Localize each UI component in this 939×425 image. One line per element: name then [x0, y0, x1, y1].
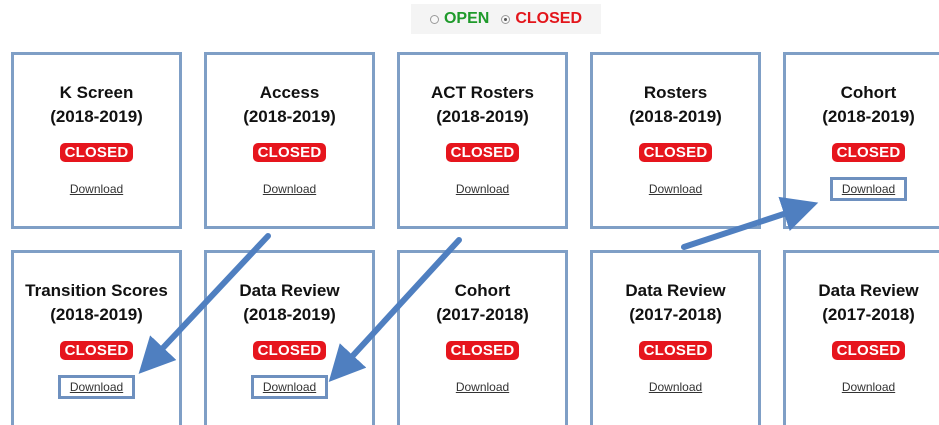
card-year: (2018-2019): [436, 107, 529, 126]
card-data-review-2018-2019: Data Review (2018-2019) CLOSED Download: [204, 250, 375, 425]
card-title: Access: [259, 83, 320, 102]
card-title: Cohort: [454, 281, 511, 300]
status-badge: CLOSED: [59, 341, 134, 360]
card-year: (2018-2019): [50, 107, 143, 126]
card-year: (2018-2019): [243, 305, 336, 324]
card-year: (2018-2019): [50, 305, 143, 324]
card-rosters-2018-2019: Rosters (2018-2019) CLOSED Download: [590, 52, 761, 229]
download-link[interactable]: Download: [640, 179, 711, 199]
legend-open-option[interactable]: OPEN: [429, 10, 490, 28]
download-link[interactable]: Download: [254, 179, 325, 199]
card-data-review-2017-2018-b: Data Review (2017-2018) CLOSED Download: [783, 250, 939, 425]
status-badge: CLOSED: [252, 143, 327, 162]
card-title: Data Review: [239, 281, 340, 300]
download-link[interactable]: Download: [640, 377, 711, 397]
card-year: (2017-2018): [436, 305, 529, 324]
card-year: (2018-2019): [629, 107, 722, 126]
card-title: Transition Scores: [25, 281, 168, 300]
closed-radio[interactable]: [501, 14, 511, 24]
card-year: (2017-2018): [629, 305, 722, 324]
legend-open-label: OPEN: [443, 10, 490, 27]
legend-closed-option[interactable]: CLOSED: [501, 10, 582, 28]
status-badge: CLOSED: [831, 341, 906, 360]
download-link[interactable]: Download: [833, 377, 904, 397]
card-title: Data Review: [625, 281, 726, 300]
page: OPEN CLOSED K Screen (2018-2019) CLOSED …: [0, 0, 939, 425]
download-link[interactable]: Download: [829, 177, 908, 201]
card-transition-scores-2018-2019: Transition Scores (2018-2019) CLOSED Dow…: [11, 250, 182, 425]
card-year: (2017-2018): [822, 305, 915, 324]
status-badge: CLOSED: [445, 341, 520, 360]
card-year: (2018-2019): [822, 107, 915, 126]
card-cohort-2017-2018: Cohort (2017-2018) CLOSED Download: [397, 250, 568, 425]
card-title: ACT Rosters: [431, 83, 534, 102]
legend-closed-label: CLOSED: [515, 10, 582, 27]
status-badge: CLOSED: [445, 143, 520, 162]
card-title: Cohort: [840, 83, 897, 102]
open-radio[interactable]: [429, 14, 439, 24]
download-link[interactable]: Download: [57, 375, 136, 399]
download-link[interactable]: Download: [250, 375, 329, 399]
status-badge: CLOSED: [252, 341, 327, 360]
status-legend: OPEN CLOSED: [411, 4, 601, 34]
download-link[interactable]: Download: [447, 179, 518, 199]
card-title: K Screen: [59, 83, 134, 102]
status-badge: CLOSED: [831, 143, 906, 162]
card-access-2018-2019: Access (2018-2019) CLOSED Download: [204, 52, 375, 229]
card-title: Data Review: [818, 281, 919, 300]
status-badge: CLOSED: [59, 143, 134, 162]
status-badge: CLOSED: [638, 143, 713, 162]
status-badge: CLOSED: [638, 341, 713, 360]
card-data-review-2017-2018: Data Review (2017-2018) CLOSED Download: [590, 250, 761, 425]
card-cohort-2018-2019: Cohort (2018-2019) CLOSED Download: [783, 52, 939, 229]
card-year: (2018-2019): [243, 107, 336, 126]
download-link[interactable]: Download: [61, 179, 132, 199]
card-k-screen-2018-2019: K Screen (2018-2019) CLOSED Download: [11, 52, 182, 229]
download-link[interactable]: Download: [447, 377, 518, 397]
card-title: Rosters: [643, 83, 708, 102]
card-act-rosters-2018-2019: ACT Rosters (2018-2019) CLOSED Download: [397, 52, 568, 229]
